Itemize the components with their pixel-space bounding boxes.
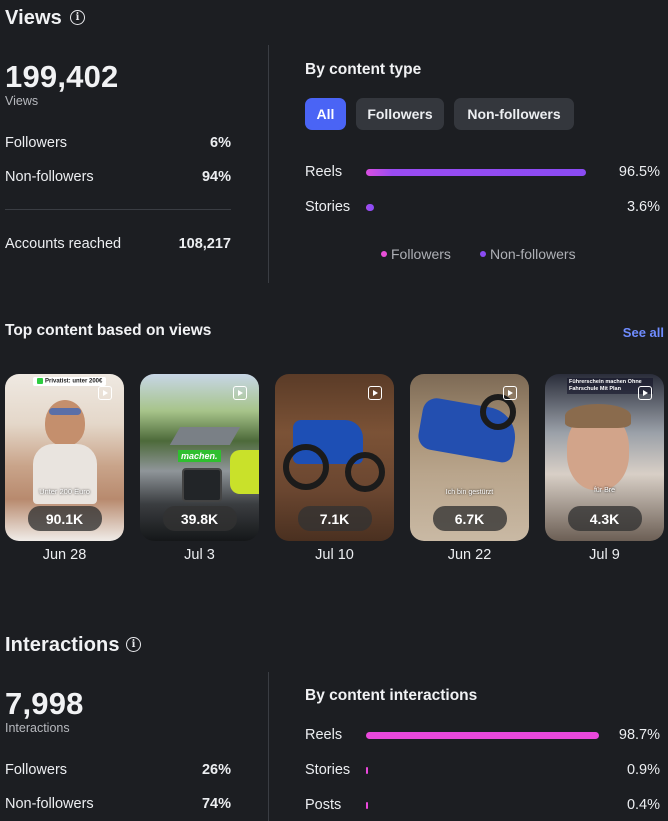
bar-track-stories [366, 767, 602, 774]
thumbnail-caption: für Bre [593, 487, 615, 494]
bar-label-reels: Reels [305, 164, 343, 180]
views-title: Views [5, 7, 62, 29]
content-thumbnail[interactable]: Führerschein machen Ohne Fahrschule Mit … [545, 374, 664, 541]
thumbnail-date: Jul 3 [184, 547, 215, 563]
bar-value-reels: 98.7% [618, 727, 660, 743]
bar-value-stories: 0.9% [626, 762, 660, 778]
top-content-title: Top content based on views [5, 322, 212, 339]
info-icon[interactable]: i [70, 10, 85, 25]
views-followers-label: Followers [5, 135, 68, 151]
interactions-nonfollowers-value: 74% [201, 796, 231, 812]
interactions-followers-label: Followers [5, 762, 68, 778]
views-followers-value: 6% [210, 135, 231, 151]
thumbnail-date: Jul 9 [589, 547, 620, 563]
bar-value-posts: 0.4% [626, 797, 660, 813]
bar-fill-posts [366, 802, 368, 809]
thumbnail-date: Jun 22 [447, 547, 492, 563]
interactions-followers-value: 26% [201, 762, 231, 778]
interactions-total: 7,998 [5, 686, 84, 721]
bar-label-stories: Stories [305, 762, 351, 778]
see-all-link[interactable]: See all [600, 325, 664, 340]
thumbnail-views: 39.8K [162, 506, 237, 531]
check-icon [37, 378, 43, 384]
thumbnail-caption: Ich bin gestürzt [445, 489, 494, 496]
sunglasses [49, 408, 81, 415]
bar-track-reels [366, 169, 594, 176]
legend-followers-label: Followers [391, 246, 451, 262]
interactions-total-label: Interactions [5, 721, 70, 735]
thumbnail-caption-top: Privatist: unter 200€ [33, 377, 107, 386]
bar-label-reels: Reels [305, 727, 343, 743]
bar-value-stories: 3.6% [626, 199, 660, 215]
thumbnail-views: 6.7K [432, 506, 507, 531]
thumbnail-road [169, 427, 241, 445]
bar-fill-stories [366, 204, 375, 211]
thumbnail-wheel [283, 444, 329, 490]
by-content-interactions-title: By content interactions [305, 687, 478, 704]
thumbnail-wheel [345, 452, 385, 492]
interactions-title: Interactions [5, 634, 120, 656]
legend-followers: Followers [381, 246, 451, 262]
views-total: 199,402 [5, 59, 119, 94]
filter-all-button[interactable]: All [305, 98, 346, 130]
thumbnail-dashboard [182, 468, 222, 502]
views-nonfollowers-label: Non-followers [5, 169, 94, 185]
accounts-reached-label: Accounts reached [5, 236, 122, 252]
views-nonfollowers-value: 94% [201, 169, 231, 185]
interactions-nonfollowers-label: Non-followers [5, 796, 94, 812]
bar-track-reels [366, 732, 602, 739]
thumbnail-accent [230, 450, 259, 494]
bar-label-stories: Stories [305, 199, 351, 215]
reel-icon [98, 386, 112, 400]
reel-icon [233, 386, 247, 400]
content-thumbnail[interactable]: 7.1K [275, 374, 394, 541]
thumbnail-views: 90.1K [27, 506, 102, 531]
reel-icon [368, 386, 382, 400]
thumbnail-date: Jul 10 [315, 547, 354, 563]
filter-followers-button[interactable]: Followers [356, 98, 444, 130]
content-thumbnail[interactable]: Ich bin gestürzt 6.7K [410, 374, 529, 541]
bar-fill-stories [366, 767, 369, 774]
thumbnail-caption: Unter 200 Euro [39, 487, 90, 496]
vertical-divider [268, 672, 269, 821]
reel-icon [638, 386, 652, 400]
filter-nonfollowers-button[interactable]: Non-followers [454, 98, 574, 130]
bar-label-posts: Posts [305, 797, 342, 813]
legend-nonfollowers-label: Non-followers [490, 246, 576, 262]
bar-fill-reels [366, 169, 587, 176]
info-icon[interactable]: i [126, 637, 141, 652]
accounts-reached-value: 108,217 [178, 236, 231, 252]
thumbnail-views: 4.3K [567, 506, 642, 531]
legend-nonfollowers: Non-followers [480, 246, 576, 262]
content-thumbnail[interactable]: Privatist: unter 200€ Unter 200 Euro 90.… [5, 374, 124, 541]
thumbnail-date: Jun 28 [42, 547, 87, 563]
bar-value-reels: 96.5% [618, 164, 660, 180]
thumbnail-caption: machen. [178, 450, 221, 462]
divider [5, 209, 231, 210]
bar-track-posts [366, 802, 602, 809]
reel-icon [503, 386, 517, 400]
thumbnail-views: 7.1K [297, 506, 372, 531]
bar-track-stories [366, 204, 594, 211]
bar-fill-reels [366, 732, 599, 739]
vertical-divider [268, 45, 269, 283]
thumbnail-hair [565, 404, 631, 428]
legend-nonfollowers-dot [480, 251, 486, 258]
by-content-type-title: By content type [305, 61, 422, 78]
content-thumbnail[interactable]: machen. 39.8K [140, 374, 259, 541]
views-total-label: Views [5, 94, 39, 108]
thumbnail-figure [45, 400, 85, 446]
legend-followers-dot [381, 251, 387, 258]
